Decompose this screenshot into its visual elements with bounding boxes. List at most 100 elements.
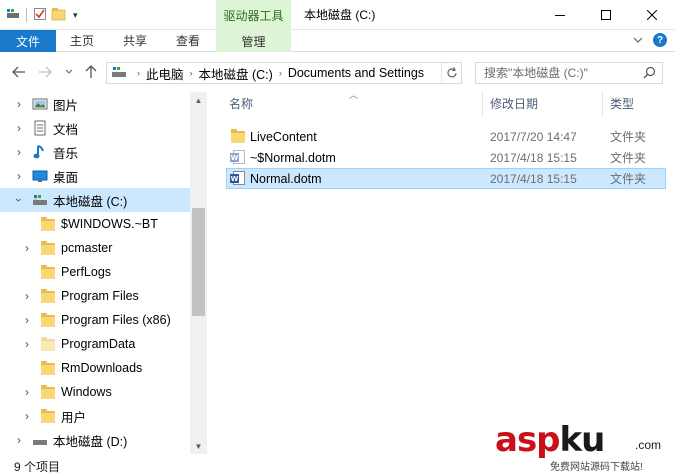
folder-icon xyxy=(40,384,56,400)
item-count: 9 个项目 xyxy=(14,460,61,474)
navigation-pane: › 图片 › 文档 › 音乐 › 桌面 › 本地磁盘 (C:) $WINDOWS… xyxy=(0,92,207,454)
nav-item-windows[interactable]: › Windows xyxy=(0,380,190,404)
file-type: 文件夹 xyxy=(610,172,647,186)
expand-chevron-icon[interactable]: › xyxy=(22,289,32,303)
nav-item-label: Program Files (x86) xyxy=(61,313,171,327)
folder-icon xyxy=(40,360,56,376)
expand-chevron-icon[interactable]: › xyxy=(22,409,32,423)
nav-item-documents[interactable]: › 文档 xyxy=(0,116,190,140)
expand-chevron-icon[interactable]: › xyxy=(14,121,24,135)
breadcrumb-chevron-icon[interactable]: › xyxy=(279,68,282,78)
nav-item-label: 音乐 xyxy=(53,146,79,161)
search-box[interactable] xyxy=(475,62,663,84)
file-name: LiveContent xyxy=(250,129,317,144)
nav-item-label: Program Files xyxy=(61,289,139,303)
nav-item-perflogs[interactable]: PerfLogs xyxy=(0,260,190,284)
up-arrow-icon xyxy=(85,65,97,78)
nav-item-pictures[interactable]: › 图片 xyxy=(0,92,190,116)
watermark-logo: aspku xyxy=(495,420,605,460)
maximize-icon xyxy=(601,10,611,20)
tab-home[interactable]: 主页 xyxy=(62,30,102,52)
breadcrumb-documents-and-settings[interactable]: Documents and Settings xyxy=(288,66,424,80)
nav-item-rmdownloads[interactable]: RmDownloads xyxy=(0,356,190,380)
search-icon[interactable] xyxy=(643,66,656,82)
nav-item-program-files-x86[interactable]: › Program Files (x86) xyxy=(0,308,190,332)
scroll-up-icon[interactable]: ▲ xyxy=(190,92,207,108)
drive-icon xyxy=(32,432,48,448)
word-template-icon: W xyxy=(230,170,246,186)
file-row-livecontent[interactable]: LiveContent 2017/7/20 14:47 文件夹 xyxy=(226,126,666,147)
collapse-chevron-icon[interactable]: › xyxy=(12,195,26,205)
column-header-type[interactable]: 类型 xyxy=(610,92,634,117)
expand-ribbon-icon[interactable] xyxy=(633,33,643,47)
nav-item-desktop[interactable]: › 桌面 xyxy=(0,164,190,188)
documents-icon xyxy=(32,120,48,136)
breadcrumb-chevron-icon[interactable]: › xyxy=(137,68,140,78)
close-button[interactable] xyxy=(629,0,675,30)
nav-item-programdata[interactable]: › ProgramData xyxy=(0,332,190,356)
folder-icon xyxy=(40,216,56,232)
nav-item-local-disk-d[interactable]: › 本地磁盘 (D:) xyxy=(0,428,190,452)
expand-chevron-icon[interactable]: › xyxy=(22,385,32,399)
column-divider[interactable] xyxy=(602,92,603,117)
file-row-normal-dotm[interactable]: W Normal.dotm 2017/4/18 15:15 文件夹 xyxy=(226,168,666,189)
word-template-icon: W xyxy=(230,149,246,165)
nav-item-users[interactable]: › 用户 xyxy=(0,404,190,428)
nav-item-program-files[interactable]: › Program Files xyxy=(0,284,190,308)
window-controls xyxy=(537,0,675,30)
expand-chevron-icon[interactable]: › xyxy=(14,433,24,447)
breadcrumb-local-disk-c[interactable]: 本地磁盘 (C:) xyxy=(199,64,273,83)
expand-chevron-icon[interactable]: › xyxy=(14,97,24,111)
nav-item-label: ProgramData xyxy=(61,337,136,351)
breadcrumb-chevron-icon[interactable]: › xyxy=(190,68,193,78)
expand-chevron-icon[interactable]: › xyxy=(22,241,32,255)
refresh-button[interactable] xyxy=(441,63,461,83)
breadcrumb-this-pc[interactable]: 此电脑 xyxy=(146,64,184,83)
scrollbar-thumb[interactable] xyxy=(192,208,205,316)
customize-qat-icon[interactable]: ▾ xyxy=(73,10,78,21)
scroll-down-icon[interactable]: ▼ xyxy=(190,438,207,454)
title-bar: ▾ 驱动器工具 本地磁盘 (C:) xyxy=(0,0,675,30)
help-icon[interactable]: ? xyxy=(653,33,667,47)
minimize-button[interactable] xyxy=(537,0,583,30)
sort-ascending-icon: ︿ xyxy=(349,90,359,100)
nav-item-pcmaster[interactable]: › pcmaster xyxy=(0,236,190,260)
nav-pane-scrollbar[interactable]: ▲ ▼ xyxy=(190,92,207,454)
maximize-button[interactable] xyxy=(583,0,629,30)
column-header-date[interactable]: 修改日期 xyxy=(490,92,538,117)
file-row-temp-normal-dotm[interactable]: W ~$Normal.dotm 2017/4/18 15:15 文件夹 xyxy=(226,147,666,168)
recent-locations-button[interactable] xyxy=(60,64,78,80)
expand-chevron-icon[interactable]: › xyxy=(14,145,24,159)
nav-item-label: 桌面 xyxy=(53,170,79,185)
nav-item-windows-bt[interactable]: $WINDOWS.~BT xyxy=(0,212,190,236)
expand-chevron-icon[interactable]: › xyxy=(22,337,32,351)
folder-icon xyxy=(40,288,56,304)
expand-chevron-icon[interactable]: › xyxy=(22,313,32,327)
minimize-icon xyxy=(555,15,565,16)
address-bar[interactable]: › 此电脑 › 本地磁盘 (C:) › Documents and Settin… xyxy=(106,62,462,84)
folder-icon xyxy=(40,312,56,328)
properties-icon[interactable] xyxy=(33,7,47,24)
qat-separator xyxy=(26,8,27,22)
search-input[interactable] xyxy=(476,63,638,83)
new-folder-icon[interactable] xyxy=(51,7,67,24)
nav-item-label: $WINDOWS.~BT xyxy=(61,217,158,231)
nav-item-music[interactable]: › 音乐 xyxy=(0,140,190,164)
navigation-bar: › 此电脑 › 本地磁盘 (C:) › Documents and Settin… xyxy=(0,52,675,92)
back-button[interactable] xyxy=(10,64,28,80)
expand-chevron-icon[interactable]: › xyxy=(14,169,24,183)
folder-icon xyxy=(40,336,56,352)
watermark-domain: .com xyxy=(635,438,662,452)
nav-item-label: 图片 xyxy=(53,98,79,113)
drive-window-icon xyxy=(6,7,20,24)
up-button[interactable] xyxy=(82,64,100,80)
tab-view[interactable]: 查看 xyxy=(168,30,208,52)
column-header-name[interactable]: 名称 xyxy=(229,92,253,117)
tab-manage[interactable]: 管理 xyxy=(216,30,291,52)
tab-share[interactable]: 共享 xyxy=(115,30,155,52)
nav-item-local-disk-c[interactable]: › 本地磁盘 (C:) xyxy=(0,188,190,212)
tab-file[interactable]: 文件 xyxy=(0,30,56,52)
column-divider[interactable] xyxy=(482,92,483,117)
back-arrow-icon xyxy=(12,66,25,78)
forward-button[interactable] xyxy=(36,64,54,80)
